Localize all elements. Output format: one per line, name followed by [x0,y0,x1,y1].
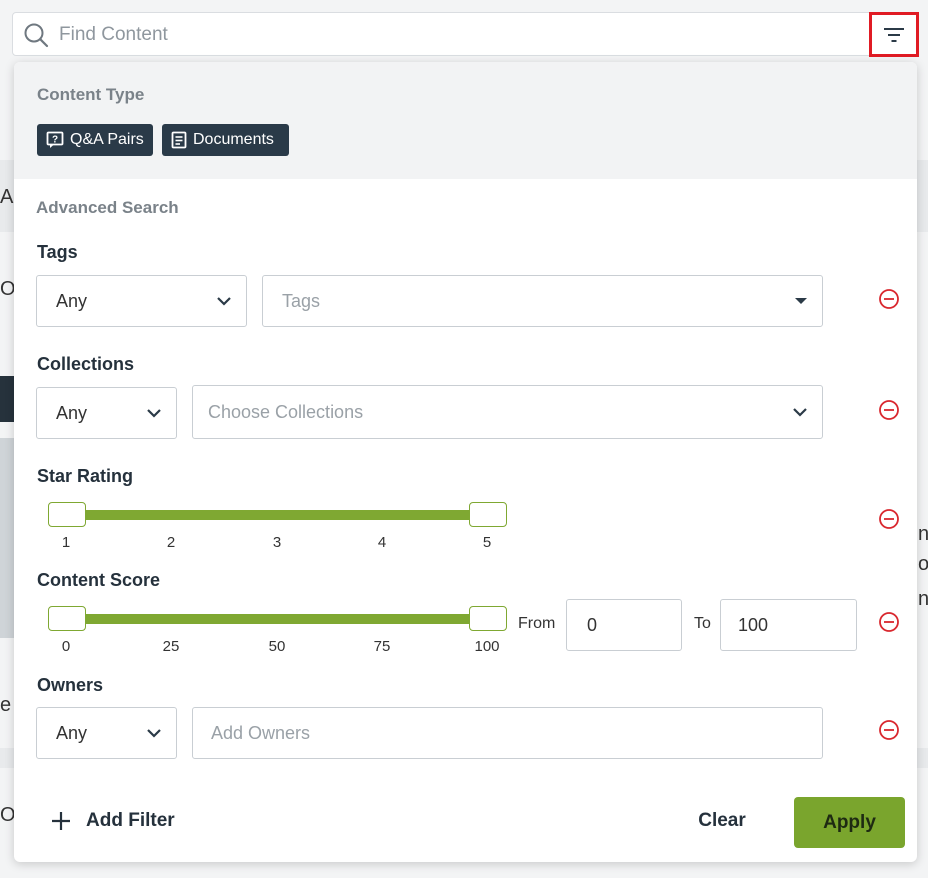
chip-documents[interactable]: Documents [162,124,289,156]
tags-select[interactable]: Tags [262,275,823,327]
advanced-search-title: Advanced Search [36,198,179,217]
tags-placeholder: Tags [282,290,321,311]
content-type-section: Content Type ? Q&A Pairs Documents [14,62,917,179]
star-rating-label: Star Rating [37,466,134,486]
remove-owners-filter-icon[interactable] [878,719,900,741]
star-rating-slider-range [66,510,488,520]
chevron-down-icon [147,729,161,738]
collections-placeholder: Choose Collections [208,401,364,422]
search-input[interactable] [57,19,821,51]
star-rating-min-handle[interactable] [48,502,86,527]
score-from-input[interactable] [566,599,682,651]
caret-down-icon [795,298,807,304]
background-text: n [918,523,928,545]
content-score-tick: 25 [162,638,180,655]
chip-label: Q&A Pairs [70,131,144,148]
star-rating-tick: 5 [482,534,492,551]
chevron-down-icon [217,297,231,306]
filter-toggle-button[interactable] [869,12,919,57]
remove-content-score-filter-icon[interactable] [878,611,900,633]
content-score-tick: 0 [61,638,71,655]
svg-text:?: ? [52,135,58,146]
chip-qa-pairs[interactable]: ? Q&A Pairs [37,124,153,156]
from-label: From [518,615,556,632]
background-thumbnail [0,376,14,422]
owners-match-select[interactable]: Any [36,707,177,759]
owners-input[interactable]: Add Owners [192,707,823,759]
qa-pairs-icon: ? [46,131,64,148]
star-rating-max-handle[interactable] [469,502,507,527]
add-filter-label: Add Filter [86,810,175,831]
content-score-tick: 50 [268,638,286,655]
star-rating-tick: 1 [61,534,71,551]
background-thumbnail [0,438,14,638]
background-text: o [918,553,928,575]
tags-match-select[interactable]: Any [36,275,247,327]
score-to-input[interactable] [720,599,857,651]
plus-icon [52,812,70,830]
content-type-title: Content Type [37,85,145,104]
content-score-min-handle[interactable] [48,606,86,631]
search-bar [12,12,918,56]
clear-button[interactable]: Clear [682,806,762,836]
collections-match-select[interactable]: Any [36,387,177,439]
content-score-tick: 100 [474,638,500,655]
background-text: e [0,694,12,716]
owners-match-value: Any [56,722,88,743]
chevron-down-icon [793,408,807,417]
tags-match-value: Any [56,290,88,311]
filter-icon [884,27,904,42]
content-score-max-handle[interactable] [469,606,507,631]
content-score-slider-range [66,614,488,624]
collections-label: Collections [37,354,135,374]
star-rating-tick: 3 [272,534,282,551]
remove-tags-filter-icon[interactable] [878,288,900,310]
owners-placeholder: Add Owners [211,722,311,743]
owners-label: Owners [37,675,104,695]
star-rating-tick: 2 [166,534,176,551]
chip-label: Documents [193,131,274,148]
collections-select[interactable]: Choose Collections [192,385,823,439]
background-text: n. [918,588,928,610]
apply-button[interactable]: Apply [794,797,905,848]
document-icon [171,131,187,149]
search-icon [24,23,49,48]
star-rating-tick: 4 [377,534,387,551]
add-filter-button[interactable]: Add Filter [50,806,175,836]
filter-panel: Content Type ? Q&A Pairs Documents Advan… [14,62,917,862]
content-score-tick: 75 [373,638,391,655]
to-label: To [694,615,711,632]
remove-star-rating-filter-icon[interactable] [878,508,900,530]
remove-collections-filter-icon[interactable] [878,399,900,421]
tags-label: Tags [37,242,78,262]
content-score-label: Content Score [37,570,161,590]
chevron-down-icon [147,409,161,418]
collections-match-value: Any [56,402,88,423]
